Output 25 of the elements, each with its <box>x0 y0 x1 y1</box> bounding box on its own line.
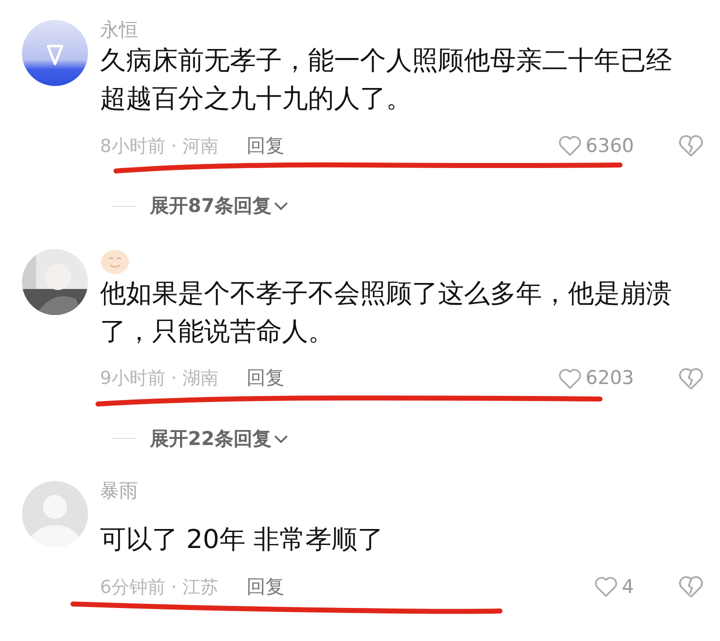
username: 永恒 <box>100 18 139 42</box>
reply-button[interactable]: 回复 <box>246 572 285 602</box>
chevron-icon <box>273 432 290 445</box>
reply-button[interactable]: 回复 <box>246 364 285 393</box>
expand-replies-button[interactable]: 展开87条回复 <box>150 192 290 220</box>
heart-icon <box>558 135 582 157</box>
broken-heart-icon[interactable] <box>678 366 704 390</box>
reply-button[interactable]: 回复 <box>246 132 285 160</box>
chevron-icon <box>273 200 290 212</box>
comment-text: 久病床前无孝子，能一个人照顾他母亲二十年已经超越百分之九十九的人了。 <box>100 45 673 116</box>
heart-icon <box>558 368 582 390</box>
avatar-icon <box>22 20 88 86</box>
comment-text: 可以了 20年 非常孝顺了 <box>100 524 385 557</box>
expand-replies-button[interactable]: 展开22条回复 <box>150 424 290 453</box>
like-button[interactable]: 6203 <box>558 364 634 393</box>
comment-meta: 8小时前 · 河南 <box>100 134 219 158</box>
like-button[interactable]: 4 <box>594 572 634 602</box>
broken-heart-icon[interactable] <box>678 575 704 599</box>
comment-text: 他如果是个不孝子不会照顾了这么多年，他是崩溃了，只能说苦命人。 <box>100 278 673 348</box>
like-button[interactable]: 6360 <box>558 132 634 160</box>
comment-meta: 6分钟前 · 江苏 <box>100 576 219 600</box>
broken-heart-icon[interactable] <box>678 134 704 158</box>
heart-icon <box>594 576 618 598</box>
username: 暴雨 <box>100 479 139 503</box>
comment-meta: 9小时前 · 湖南 <box>100 367 219 391</box>
